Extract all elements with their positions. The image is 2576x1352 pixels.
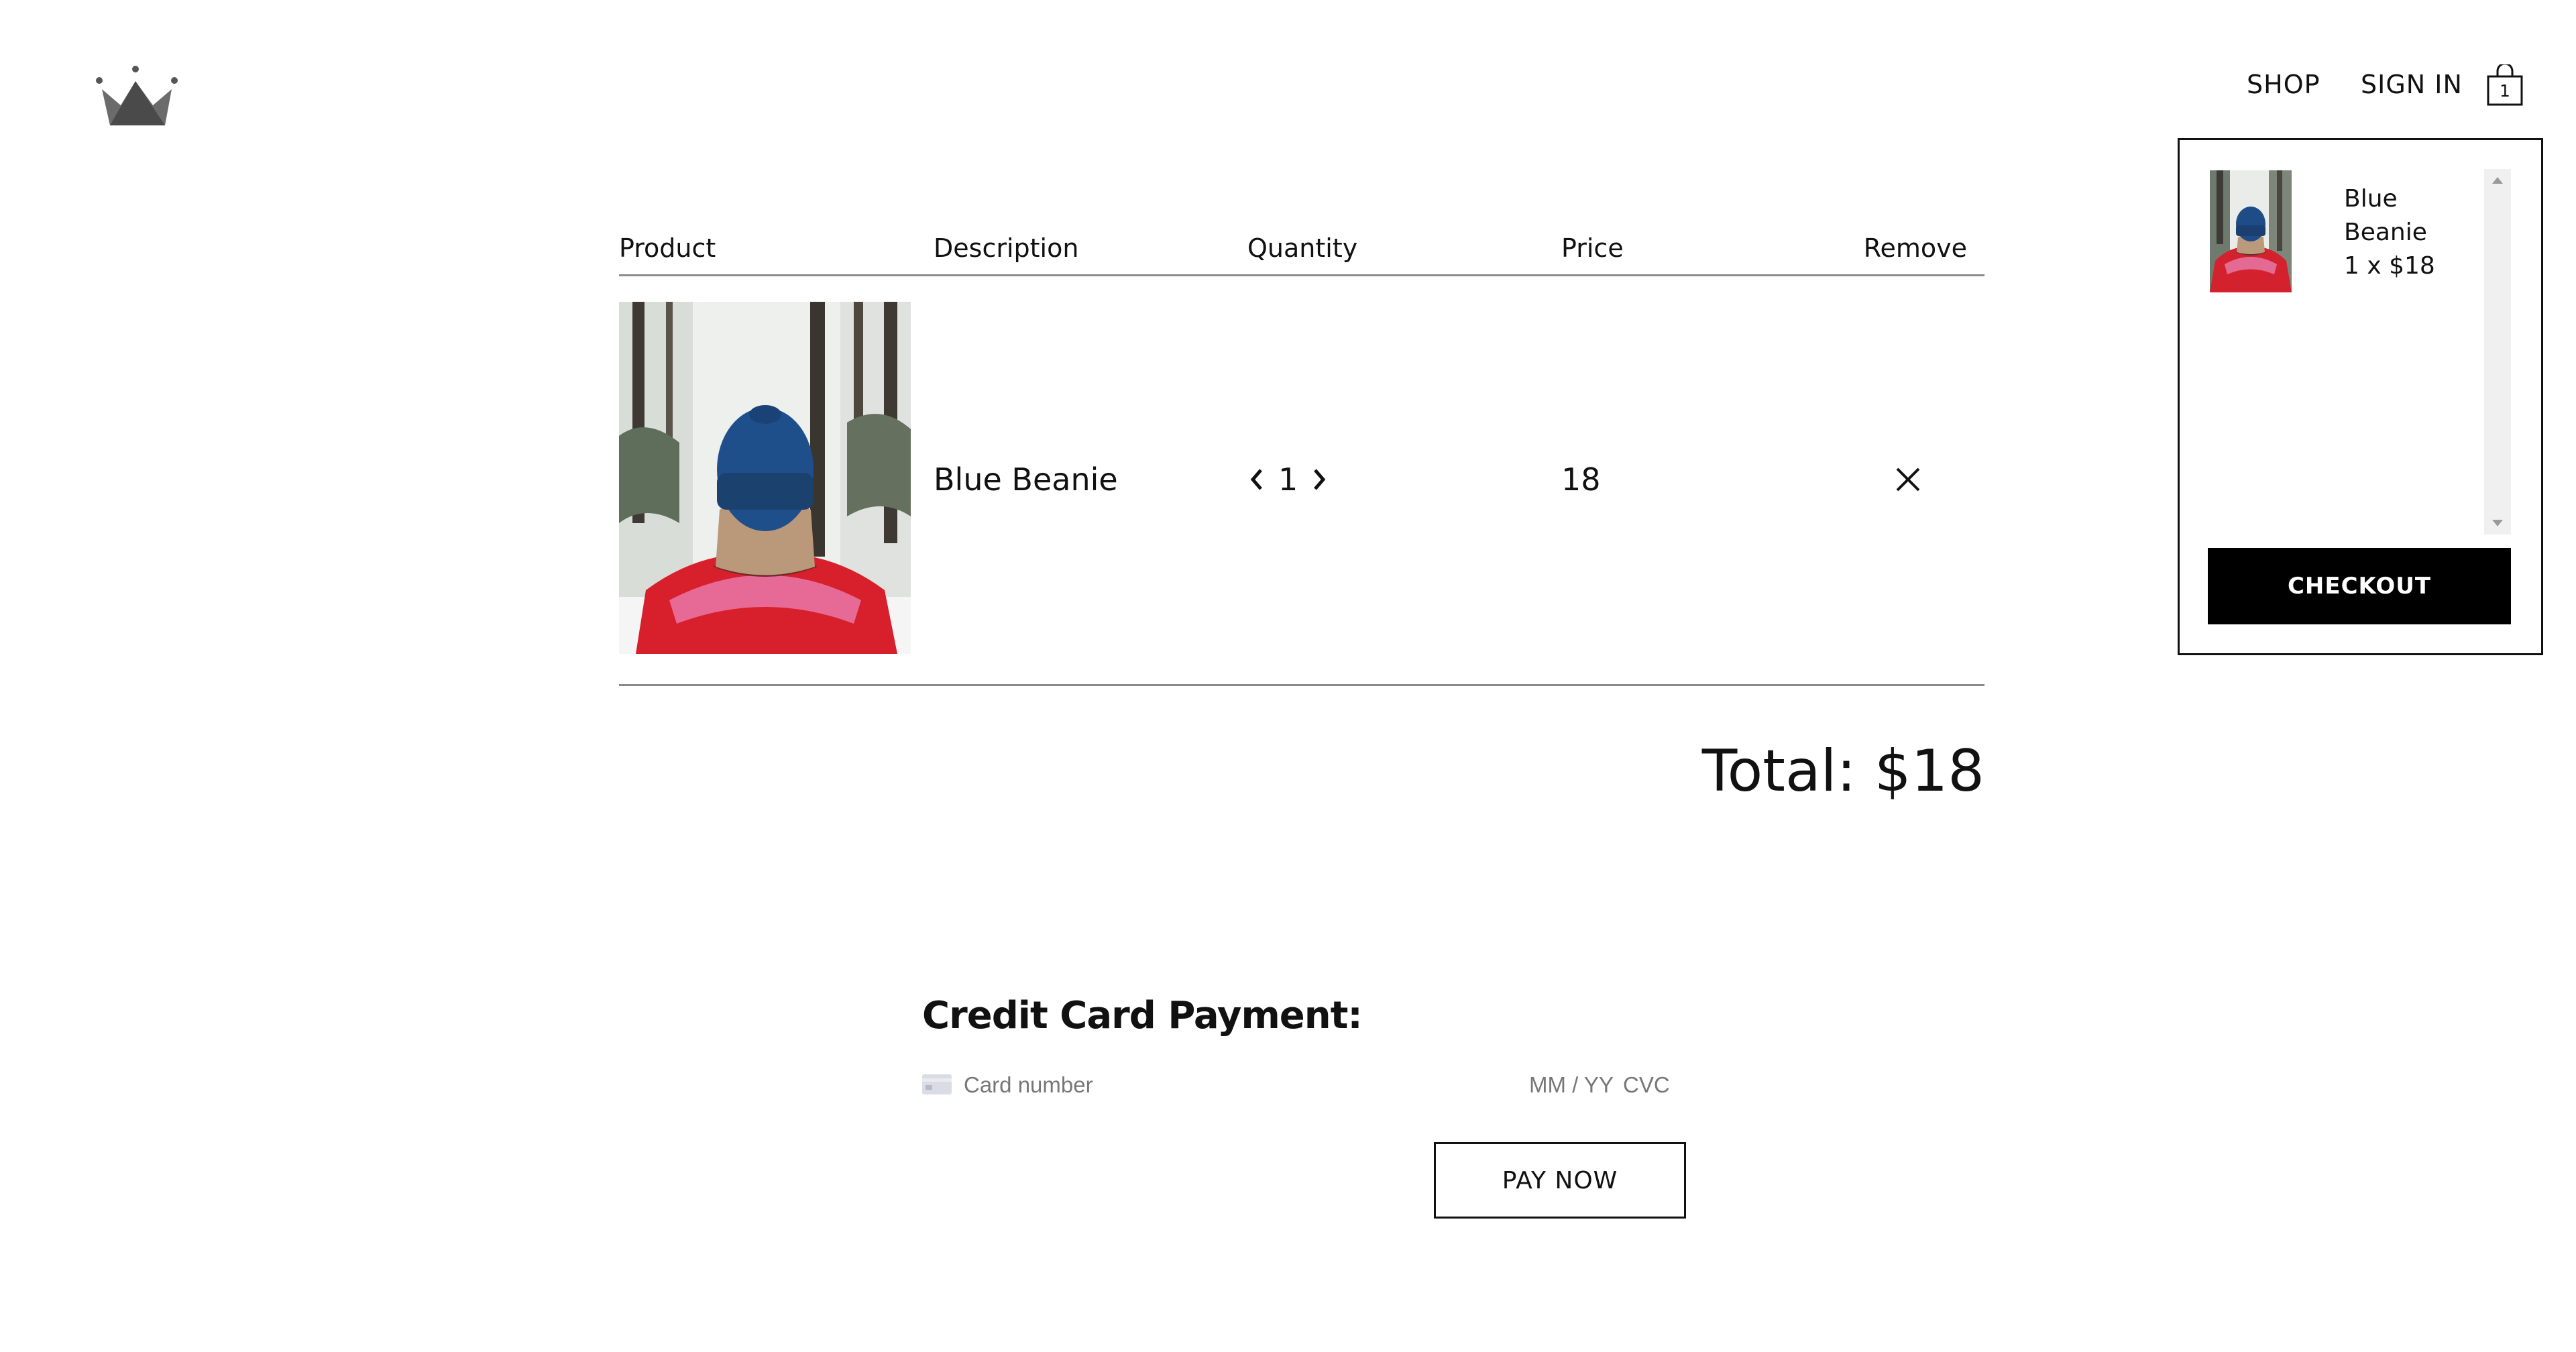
close-icon[interactable] — [1893, 465, 1923, 494]
cart-item-name: Blue Beanie — [2344, 185, 2427, 246]
chevron-right-icon[interactable] — [1310, 466, 1329, 493]
cart-dropdown-items: Blue Beanie 1 x $18 — [2210, 170, 2518, 526]
cart-dropdown-scrollbar[interactable] — [2484, 169, 2511, 534]
quantity-stepper: 1 — [1247, 459, 1329, 500]
product-name: Blue Beanie — [934, 461, 1118, 498]
quantity-value: 1 — [1278, 461, 1298, 498]
scroll-down-arrow-icon[interactable] — [2492, 520, 2503, 526]
card-expiry-field[interactable] — [1529, 1066, 1616, 1104]
cart-count-badge: 1 — [2500, 81, 2510, 101]
checkout-button[interactable]: CHECKOUT — [2208, 548, 2511, 624]
pay-now-button[interactable]: PAY NOW — [1434, 1142, 1686, 1219]
credit-card-icon — [922, 1074, 952, 1094]
order-total: Total: $18 — [1701, 738, 1984, 805]
header-description: Description — [934, 233, 1079, 263]
checkout-table-header: Product Description Quantity Price Remov… — [619, 228, 1984, 276]
card-input-row — [922, 1066, 1683, 1104]
scroll-up-arrow-icon[interactable] — [2492, 177, 2503, 184]
crown-logo-icon[interactable] — [94, 64, 181, 131]
product-image — [619, 302, 911, 654]
header-product: Product — [619, 233, 716, 263]
nav-shop-link[interactable]: SHOP — [2247, 64, 2320, 105]
cart-bag-button[interactable]: 1 — [2486, 62, 2526, 106]
card-cvc-field[interactable] — [1623, 1066, 1683, 1104]
checkout-item-row: Blue Beanie 1 18 — [619, 278, 1984, 686]
product-price: 18 — [1561, 461, 1601, 498]
cart-item-thumbnail — [2210, 170, 2292, 292]
header-quantity: Quantity — [1247, 233, 1358, 263]
header-remove: Remove — [1863, 233, 1967, 263]
chevron-left-icon[interactable] — [1247, 466, 1266, 493]
card-number-field[interactable] — [964, 1066, 1433, 1104]
nav-sign-in-link[interactable]: SIGN IN — [2361, 64, 2463, 105]
cart-dropdown-item-text: Blue Beanie 1 x $18 — [2344, 182, 2485, 283]
header-price: Price — [1561, 233, 1624, 263]
cart-item-line: 1 x $18 — [2344, 252, 2435, 280]
payment-title: Credit Card Payment: — [922, 994, 1363, 1037]
